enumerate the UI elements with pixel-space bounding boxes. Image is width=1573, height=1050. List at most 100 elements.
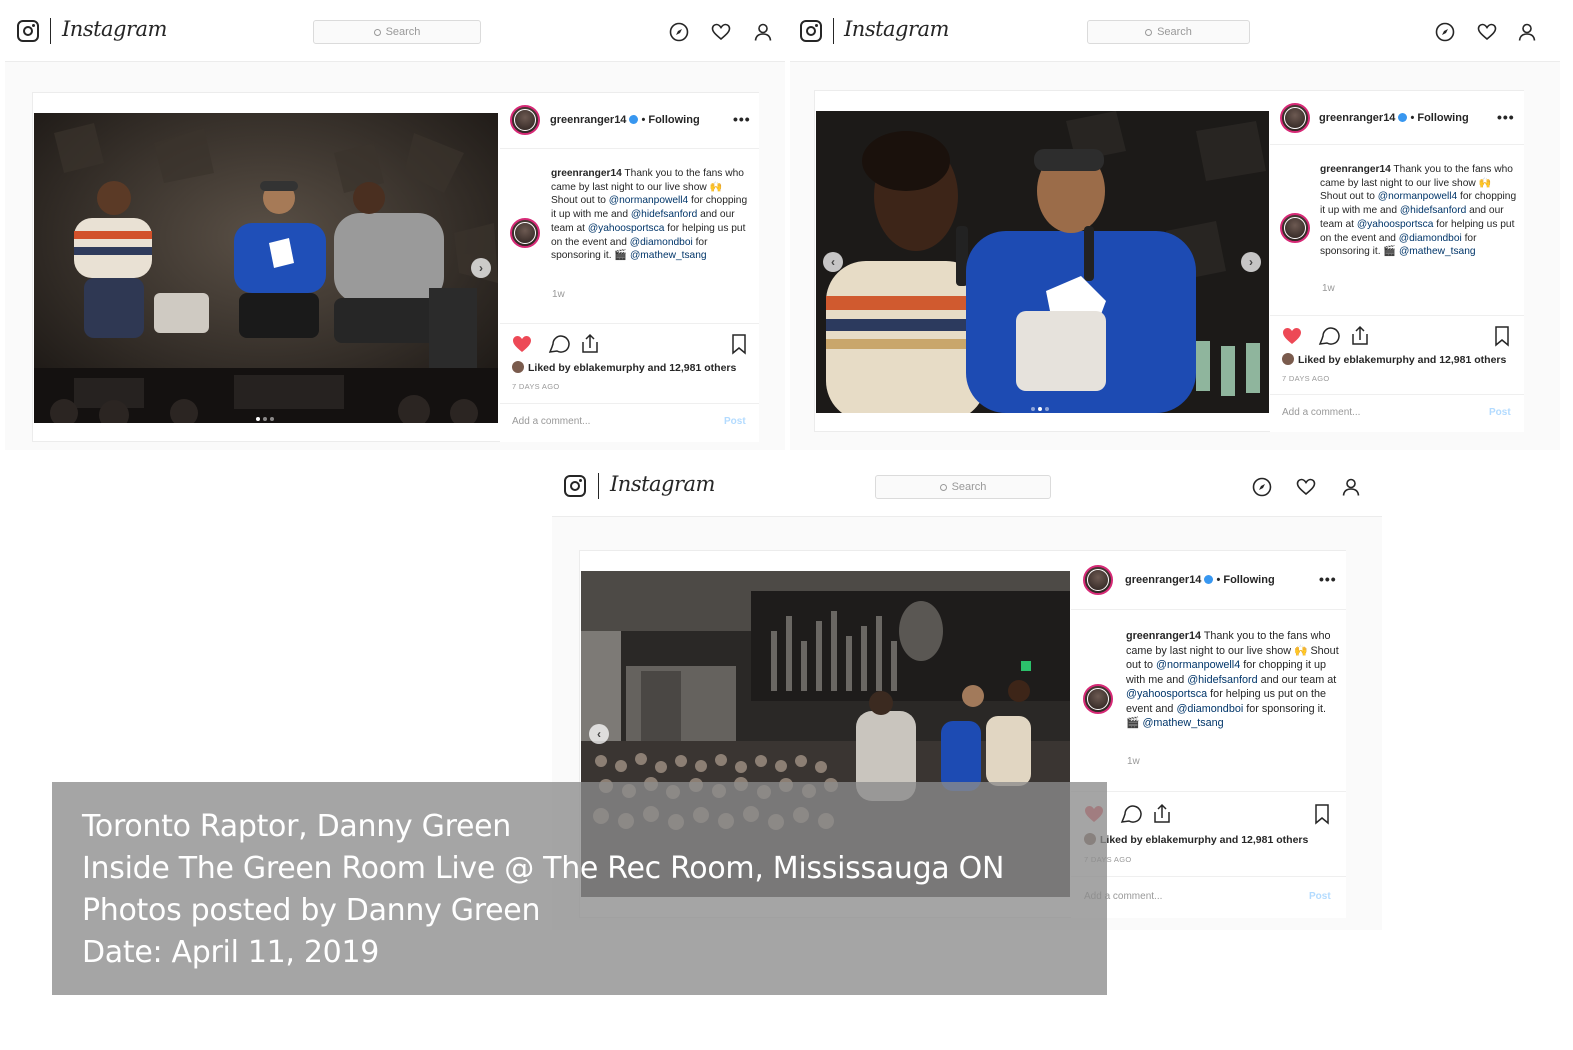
caption-mention-link[interactable]: @yahoosportsca: [588, 223, 665, 234]
caption-username[interactable]: greenranger14: [1320, 164, 1391, 175]
comment-icon[interactable]: [548, 335, 570, 353]
heart-icon[interactable]: [711, 22, 731, 42]
profile-icon[interactable]: [753, 22, 773, 42]
caption-avatar[interactable]: [1083, 684, 1113, 714]
post-comment-button[interactable]: Post: [1309, 891, 1331, 902]
stage-photo-image: [816, 111, 1269, 413]
caption-mention-link[interactable]: @diamondboi: [630, 237, 693, 248]
author-username[interactable]: greenranger14: [1125, 574, 1201, 586]
liked-heart-icon[interactable]: [513, 336, 531, 352]
post-age: 1w: [552, 289, 565, 300]
share-icon[interactable]: [1154, 803, 1170, 823]
carousel-dots: [1031, 398, 1052, 411]
comment-divider: [1270, 394, 1524, 395]
instagram-camera-icon[interactable]: [17, 20, 39, 42]
search-input[interactable]: Search: [1087, 20, 1250, 44]
more-options-button[interactable]: •••: [1497, 109, 1515, 125]
search-input[interactable]: Search: [875, 475, 1051, 499]
instagram-wordmark[interactable]: Instagram: [844, 17, 949, 41]
caption-mention-link[interactable]: @normanpowell4: [1378, 191, 1457, 202]
liked-by-text: Liked by eblakemurphy and 12,981 others: [1298, 354, 1507, 366]
carousel-prev-button[interactable]: ‹: [589, 724, 609, 744]
author-avatar[interactable]: [1280, 103, 1310, 133]
bookmark-icon[interactable]: [1315, 804, 1329, 825]
carousel-next-button[interactable]: ›: [1241, 252, 1261, 272]
overlay-line-2: Inside The Green Room Live @ The Rec Roo…: [82, 851, 1005, 886]
post-age: 1w: [1322, 283, 1335, 294]
caption-body: Thank you to the fans who came by last n…: [551, 168, 747, 261]
likes-count[interactable]: Liked by eblakemurphy and 12,981 others: [1084, 833, 1308, 846]
likes-count[interactable]: Liked by eblakemurphy and 12,981 others: [1282, 353, 1506, 366]
header-divider: [1270, 144, 1524, 145]
likes-count[interactable]: Liked by eblakemurphy and 12,981 others: [512, 361, 736, 374]
profile-icon[interactable]: [1341, 477, 1361, 497]
more-options-button[interactable]: •••: [733, 111, 751, 127]
post-side-panel: greenranger14 • Following ••• greenranger…: [1071, 551, 1346, 918]
caption-username[interactable]: greenranger14: [1126, 630, 1201, 642]
caption-mention-link[interactable]: @diamondboi: [1176, 703, 1243, 715]
caption-mention-link[interactable]: @mathew_tsang: [1142, 717, 1223, 729]
post-comment-button[interactable]: Post: [724, 416, 746, 427]
author-header: greenranger14 • Following: [1125, 574, 1275, 586]
author-username[interactable]: greenranger14: [550, 114, 626, 126]
follow-status[interactable]: • Following: [1216, 574, 1274, 586]
caption-mention-link[interactable]: @hidefsanford: [1400, 205, 1466, 216]
overlay-line-3: Photos posted by Danny Green: [82, 893, 541, 928]
caption-avatar[interactable]: [510, 218, 540, 248]
compass-icon[interactable]: [1435, 22, 1455, 42]
author-avatar[interactable]: [1083, 565, 1113, 595]
share-icon[interactable]: [582, 333, 598, 353]
instagram-wordmark[interactable]: Instagram: [610, 472, 715, 496]
caption-mention-link[interactable]: @yahoosportsca: [1126, 688, 1207, 700]
top-navigation-bar: Instagram Search: [5, 0, 785, 62]
liked-heart-icon[interactable]: [1283, 328, 1301, 344]
screenshot-2: Instagram Search ‹ › greenranger14 • Fol…: [790, 0, 1560, 450]
follow-status[interactable]: • Following: [641, 114, 699, 126]
share-icon[interactable]: [1352, 325, 1368, 345]
stage-photo-image: [34, 113, 498, 423]
heart-icon[interactable]: [1477, 22, 1497, 42]
compass-icon[interactable]: [1252, 477, 1272, 497]
bookmark-icon[interactable]: [732, 334, 746, 355]
follow-status[interactable]: • Following: [1410, 112, 1468, 124]
caption-mention-link[interactable]: @normanpowell4: [1156, 659, 1240, 671]
carousel-next-button[interactable]: ›: [471, 258, 491, 278]
comment-input[interactable]: Add a comment...: [1282, 407, 1360, 418]
more-options-button[interactable]: •••: [1319, 571, 1337, 587]
post-caption: greenranger14 Thank you to the fans who …: [1320, 163, 1517, 259]
post-photo[interactable]: ‹ ›: [816, 111, 1269, 413]
top-navigation-bar: Instagram Search: [552, 455, 1382, 517]
author-header: greenranger14 • Following: [550, 114, 700, 126]
search-icon: [373, 29, 381, 36]
liked-by-text: Liked by eblakemurphy and 12,981 others: [1100, 834, 1309, 846]
instagram-wordmark[interactable]: Instagram: [62, 17, 167, 41]
caption-mention-link[interactable]: @hidefsanford: [1187, 674, 1257, 686]
comment-icon[interactable]: [1120, 805, 1142, 823]
author-username[interactable]: greenranger14: [1319, 112, 1395, 124]
post-actions: [1283, 325, 1509, 347]
caption-mention-link[interactable]: @mathew_tsang: [630, 250, 707, 261]
heart-icon[interactable]: [1296, 477, 1316, 497]
post-actions: [1085, 803, 1329, 825]
search-icon: [1145, 29, 1153, 36]
carousel-prev-button[interactable]: ‹: [823, 252, 843, 272]
comment-input[interactable]: Add a comment...: [512, 416, 590, 427]
instagram-camera-icon[interactable]: [800, 20, 822, 42]
caption-mention-link[interactable]: @normanpowell4: [609, 195, 688, 206]
comment-icon[interactable]: [1318, 327, 1340, 345]
post-photo[interactable]: ›: [34, 113, 498, 423]
caption-mention-link[interactable]: @hidefsanford: [631, 209, 697, 220]
search-input[interactable]: Search: [313, 20, 481, 44]
caption-username[interactable]: greenranger14: [551, 168, 622, 179]
post-comment-button[interactable]: Post: [1489, 407, 1511, 418]
actions-divider: [1270, 315, 1524, 316]
caption-avatar[interactable]: [1280, 213, 1310, 243]
caption-mention-link[interactable]: @diamondboi: [1399, 233, 1462, 244]
caption-mention-link[interactable]: @yahoosportsca: [1357, 219, 1434, 230]
compass-icon[interactable]: [669, 22, 689, 42]
instagram-camera-icon[interactable]: [564, 475, 586, 497]
bookmark-icon[interactable]: [1495, 326, 1509, 347]
author-avatar[interactable]: [510, 105, 540, 135]
profile-icon[interactable]: [1517, 22, 1537, 42]
caption-mention-link[interactable]: @mathew_tsang: [1399, 246, 1476, 257]
